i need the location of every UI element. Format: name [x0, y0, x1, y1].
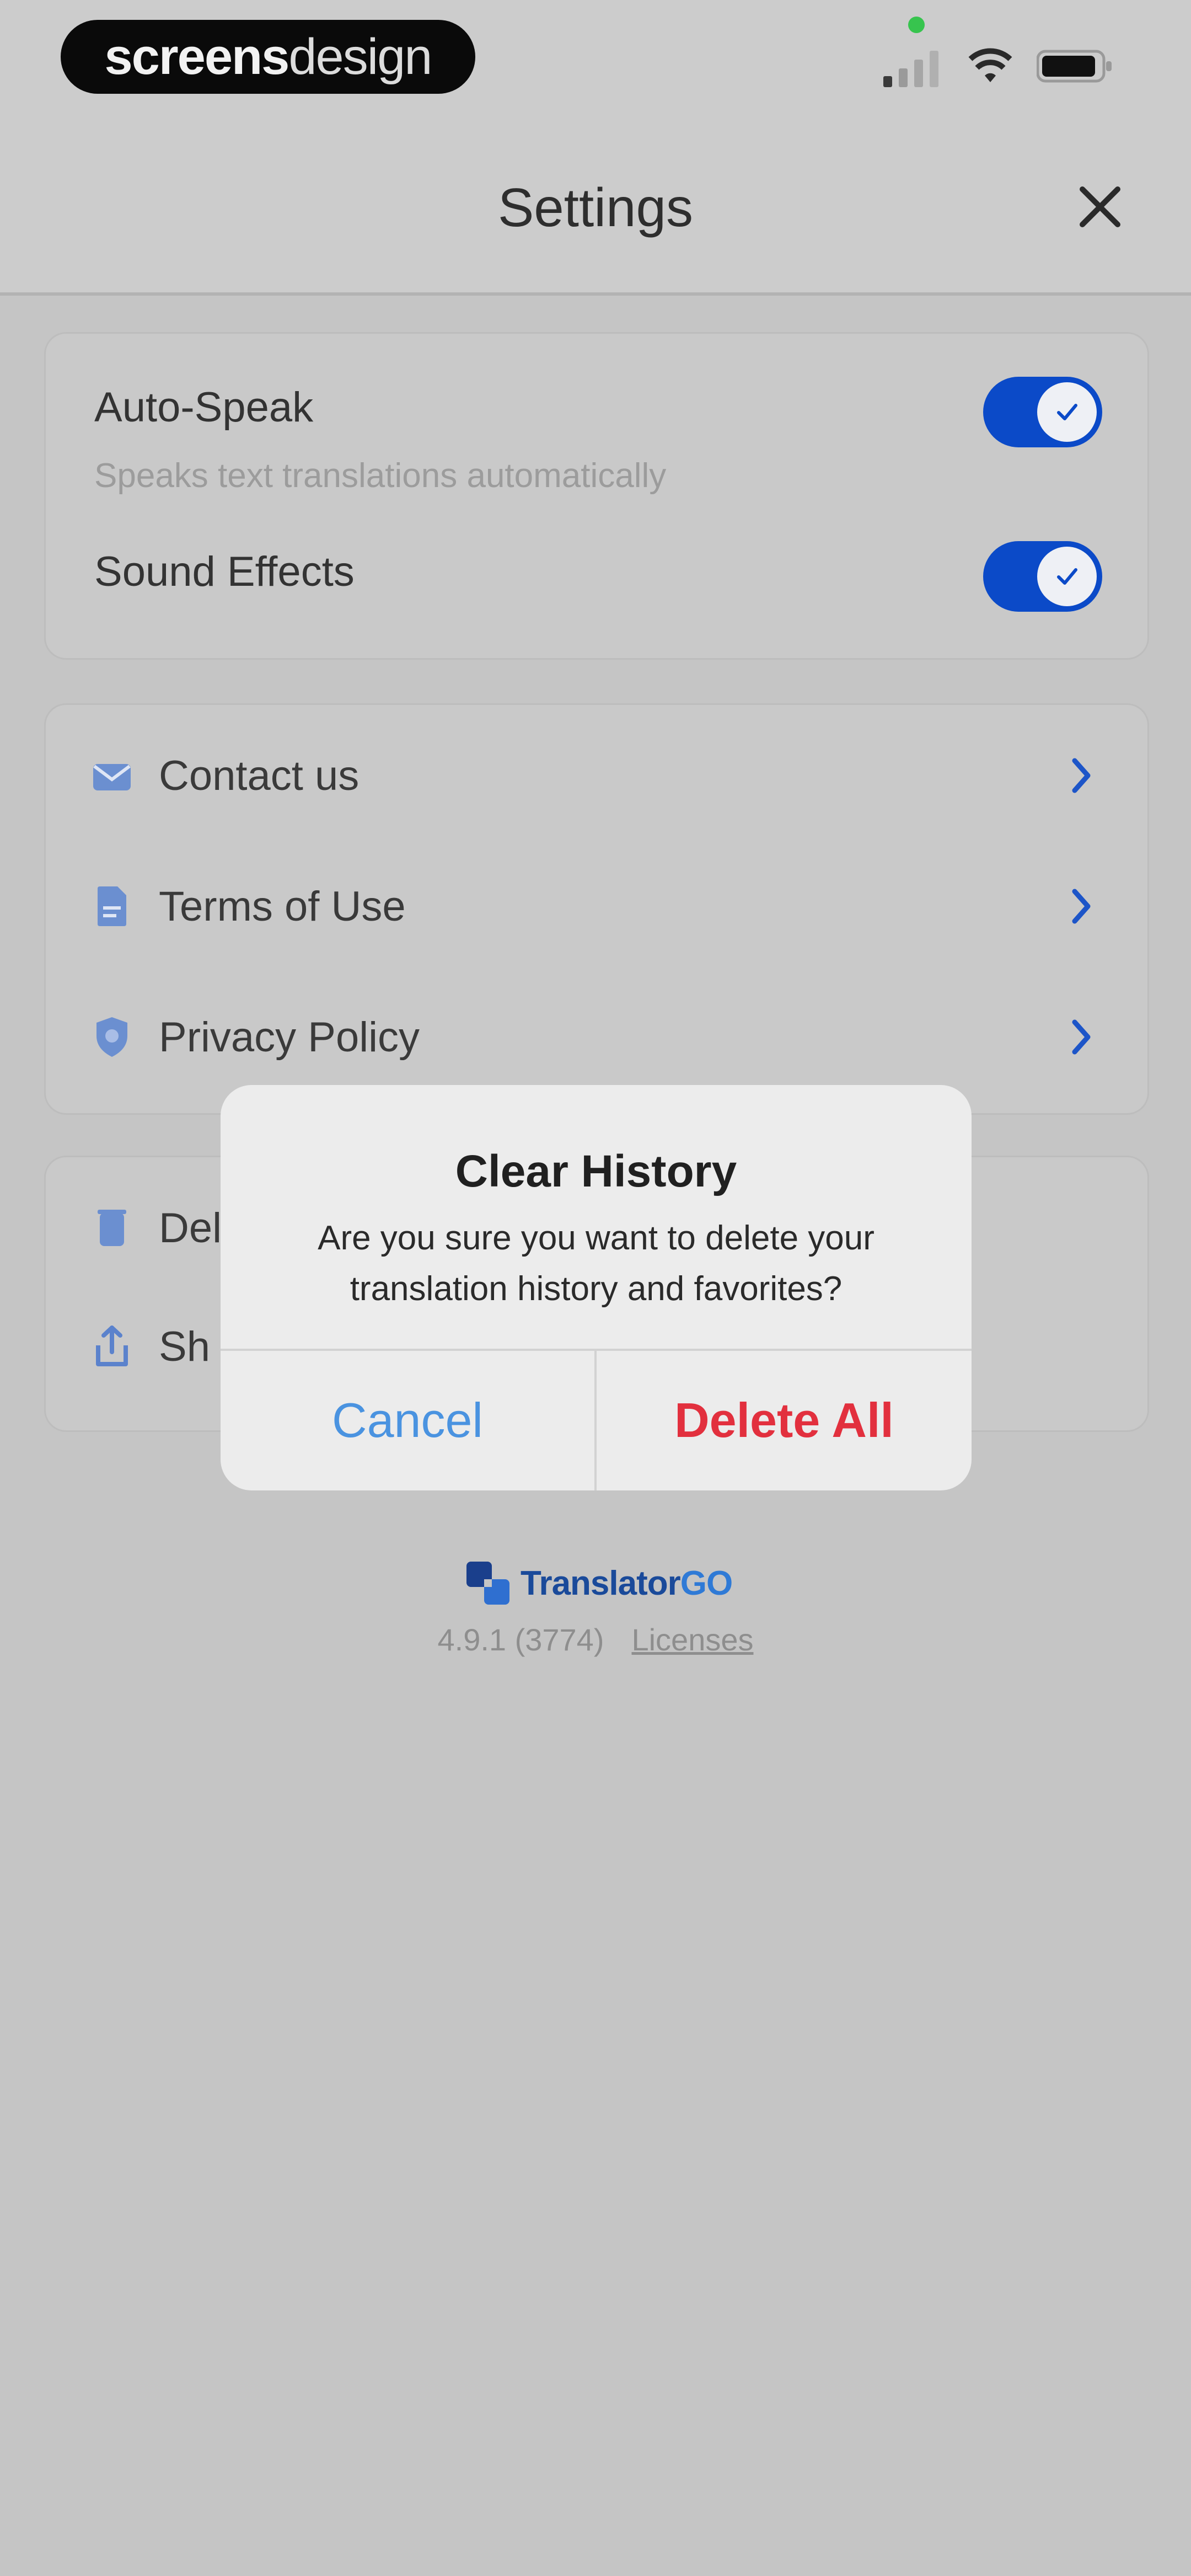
version-text: 4.9.1 (3774)	[437, 1622, 604, 1657]
list-item-label: Privacy Policy	[159, 1013, 420, 1061]
app-name: TranslatorGO	[521, 1564, 733, 1602]
dialog-message: Are you sure you want to delete your tra…	[318, 1219, 875, 1308]
shield-icon	[90, 1015, 134, 1059]
checkmark-icon	[1057, 568, 1077, 585]
list-item-label: Terms of Use	[159, 883, 406, 930]
wifi-icon	[968, 48, 1012, 82]
auto-speak-label: Auto-Speak	[94, 384, 314, 431]
app-logo: TranslatorGO	[463, 1556, 733, 1611]
sound-effects-label: Sound Effects	[94, 548, 355, 595]
brand-badge: screensdesign	[61, 20, 475, 94]
mail-icon	[90, 753, 134, 798]
close-icon	[1080, 186, 1120, 227]
list-item-privacy-policy[interactable]: Privacy Policy	[46, 982, 1147, 1092]
list-item-label: Contact us	[159, 752, 360, 799]
trash-icon	[90, 1206, 134, 1250]
list-item-label: Del	[159, 1204, 222, 1252]
delete-all-button[interactable]: Delete All	[597, 1350, 972, 1490]
toggle-knob	[1037, 547, 1097, 606]
list-item-terms-of-use[interactable]: Terms of Use	[46, 851, 1147, 961]
chevron-right-icon	[1065, 884, 1098, 928]
cancel-button[interactable]: Cancel	[221, 1350, 594, 1490]
auto-speak-toggle[interactable]	[983, 377, 1102, 447]
camera-indicator-dot	[908, 17, 925, 33]
licenses-link[interactable]: Licenses	[631, 1622, 753, 1658]
close-button[interactable]	[1070, 177, 1130, 237]
checkmark-icon	[1057, 404, 1077, 420]
list-item-contact-us[interactable]: Contact us	[46, 720, 1147, 831]
top-bar: screensdesign Settings	[0, 0, 1191, 296]
document-icon	[90, 884, 134, 928]
chevron-right-icon	[1065, 1015, 1098, 1059]
dialog-title: Clear History	[455, 1146, 737, 1196]
list-item-label: Sh	[159, 1323, 210, 1370]
toggle-knob	[1037, 382, 1097, 442]
status-icons	[883, 33, 1114, 99]
page-title: Settings	[497, 177, 694, 238]
share-icon	[90, 1324, 134, 1369]
auto-speak-description: Speaks text translations automatically	[94, 457, 667, 495]
clear-history-dialog: Clear History Are you sure you want to d…	[221, 1085, 972, 1490]
translator-logo-icon	[466, 1562, 509, 1605]
sound-effects-toggle[interactable]	[983, 541, 1102, 612]
signal-icon	[883, 51, 938, 87]
brand-text: screensdesign	[104, 28, 433, 85]
chevron-right-icon	[1065, 753, 1098, 798]
links-card: Contact us Terms of Use Privacy Policy	[44, 703, 1149, 1115]
settings-screen: screensdesign Settings Auto-Speak Speaks…	[0, 0, 1191, 2576]
preferences-card: Auto-Speak Speaks text translations auto…	[44, 332, 1149, 660]
version-row: 4.9.1 (3774) Licenses	[0, 1622, 1191, 1658]
battery-icon	[1037, 50, 1112, 83]
